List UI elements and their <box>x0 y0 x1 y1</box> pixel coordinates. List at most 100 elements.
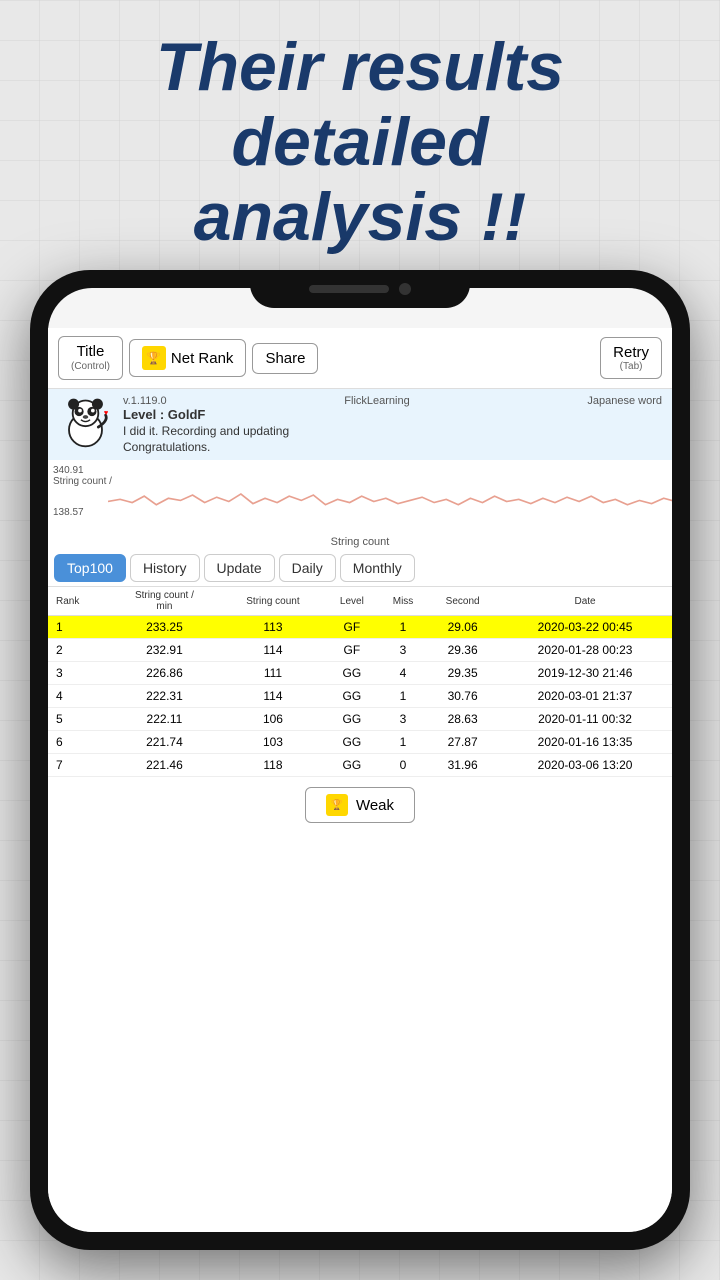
phone-mockup: Title (Control) 🏆 Net Rank Share Retry (… <box>30 270 690 1250</box>
headline-line1: Their results <box>156 29 564 105</box>
phone-notch <box>250 270 470 308</box>
chart-y-label: String count / <box>53 476 112 487</box>
miss-cell: 0 <box>379 754 427 777</box>
string-count-cell: 111 <box>221 662 325 685</box>
rank-cell: 4 <box>48 685 108 708</box>
date-cell: 2020-03-22 00:45 <box>498 616 672 639</box>
headline: Their results detailed analysis !! <box>0 0 720 274</box>
weak-button[interactable]: 🏆 Weak <box>305 787 415 823</box>
string-count-min-cell: 233.25 <box>108 616 221 639</box>
tab-top100[interactable]: Top100 <box>54 554 126 582</box>
header-level: Level <box>325 587 379 616</box>
table-body: 1233.25113GF129.062020-03-22 00:452232.9… <box>48 616 672 777</box>
miss-cell: 3 <box>379 708 427 731</box>
congrats-text: Congratulations. <box>123 440 662 454</box>
second-cell: 28.63 <box>427 708 498 731</box>
level-cell: GG <box>325 754 379 777</box>
header-second: Second <box>427 587 498 616</box>
level-cell: GF <box>325 616 379 639</box>
rank-cell: 6 <box>48 731 108 754</box>
rank-cell: 2 <box>48 639 108 662</box>
string-count-cell: 114 <box>221 685 325 708</box>
level-cell: GG <box>325 685 379 708</box>
string-count-cell: 103 <box>221 731 325 754</box>
chart-x-label: String count <box>331 536 390 548</box>
notch-speaker <box>309 285 389 293</box>
screen-content: Title (Control) 🏆 Net Rank Share Retry (… <box>48 328 672 1232</box>
chart-svg <box>108 464 672 539</box>
chart-area: 340.91 String count / 138.57 String coun… <box>48 460 672 550</box>
rank-cell: 1 <box>48 616 108 639</box>
miss-cell: 1 <box>379 616 427 639</box>
table-row: 2232.91114GF329.362020-01-28 00:23 <box>48 639 672 662</box>
table-container: Rank String count /min String count Leve… <box>48 587 672 777</box>
second-cell: 29.36 <box>427 639 498 662</box>
string-count-cell: 118 <box>221 754 325 777</box>
tab-update[interactable]: Update <box>204 554 275 582</box>
phone-screen: Title (Control) 🏆 Net Rank Share Retry (… <box>48 288 672 1232</box>
level-text: Level : GoldF <box>123 407 662 422</box>
version-text: v.1.119.0 <box>123 395 167 407</box>
miss-cell: 4 <box>379 662 427 685</box>
date-cell: 2020-01-28 00:23 <box>498 639 672 662</box>
tab-daily[interactable]: Daily <box>279 554 336 582</box>
notch-camera <box>399 283 411 295</box>
miss-cell: 1 <box>379 685 427 708</box>
level-cell: GG <box>325 708 379 731</box>
tab-bar: Top100 History Update Daily Monthly <box>48 550 672 587</box>
table-row: 6221.74103GG127.872020-01-16 13:35 <box>48 731 672 754</box>
rank-cell: 7 <box>48 754 108 777</box>
string-count-cell: 113 <box>221 616 325 639</box>
phone-shell: Title (Control) 🏆 Net Rank Share Retry (… <box>30 270 690 1250</box>
weak-label: Weak <box>356 797 394 814</box>
string-count-min-cell: 226.86 <box>108 662 221 685</box>
net-rank-button[interactable]: 🏆 Net Rank <box>129 339 247 377</box>
info-bar: ♥ v.1.119.0 FlickLearning Japanese word … <box>48 389 672 460</box>
info-text: Level : GoldF I did it. Recording and up… <box>123 407 662 454</box>
table-row: 7221.46118GG031.962020-03-06 13:20 <box>48 754 672 777</box>
second-cell: 29.06 <box>427 616 498 639</box>
table-row: 3226.86111GG429.352019-12-30 21:46 <box>48 662 672 685</box>
date-cell: 2020-01-16 13:35 <box>498 731 672 754</box>
app-name: FlickLearning <box>344 395 409 407</box>
tab-history[interactable]: History <box>130 554 200 582</box>
table-row: 5222.11106GG328.632020-01-11 00:32 <box>48 708 672 731</box>
title-button[interactable]: Title (Control) <box>58 336 123 380</box>
string-count-min-cell: 222.11 <box>108 708 221 731</box>
header-string-count: String count <box>221 587 325 616</box>
string-count-cell: 114 <box>221 639 325 662</box>
rank-cell: 3 <box>48 662 108 685</box>
header-rank: Rank <box>48 587 108 616</box>
date-cell: 2020-03-06 13:20 <box>498 754 672 777</box>
table-row: 1233.25113GF129.062020-03-22 00:45 <box>48 616 672 639</box>
second-cell: 30.76 <box>427 685 498 708</box>
table-header-row: Rank String count /min String count Leve… <box>48 587 672 616</box>
second-cell: 29.35 <box>427 662 498 685</box>
svg-text:♥: ♥ <box>104 408 108 417</box>
string-count-min-cell: 221.46 <box>108 754 221 777</box>
second-cell: 27.87 <box>427 731 498 754</box>
panda-avatar: ♥ <box>58 395 113 450</box>
rank-cell: 5 <box>48 708 108 731</box>
header-miss: Miss <box>379 587 427 616</box>
level-cell: GG <box>325 731 379 754</box>
miss-cell: 3 <box>379 639 427 662</box>
top-nav: Title (Control) 🏆 Net Rank Share Retry (… <box>48 328 672 389</box>
weak-icon: 🏆 <box>326 794 348 816</box>
chart-y-max: 340.91 <box>53 465 112 476</box>
level-cell: GG <box>325 662 379 685</box>
level-cell: GF <box>325 639 379 662</box>
table-row: 4222.31114GG130.762020-03-01 21:37 <box>48 685 672 708</box>
string-count-min-cell: 232.91 <box>108 639 221 662</box>
string-count-cell: 106 <box>221 708 325 731</box>
share-button[interactable]: Share <box>252 343 318 374</box>
message-text: I did it. Recording and updating <box>123 424 662 438</box>
string-count-min-cell: 221.74 <box>108 731 221 754</box>
second-cell: 31.96 <box>427 754 498 777</box>
headline-line2: detailed <box>232 104 489 180</box>
chart-y-min: 138.57 <box>53 507 112 518</box>
header-date: Date <box>498 587 672 616</box>
retry-button[interactable]: Retry (Tab) <box>600 337 662 379</box>
headline-line3: analysis !! <box>194 179 527 255</box>
tab-monthly[interactable]: Monthly <box>340 554 415 582</box>
